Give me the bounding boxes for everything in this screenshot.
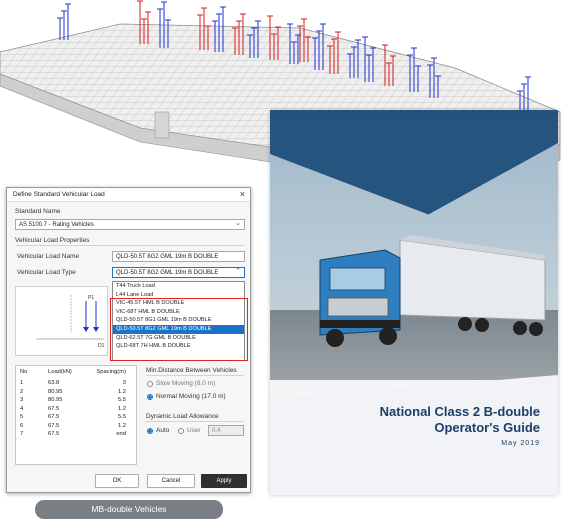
table-cell: 80.95	[48, 397, 63, 403]
table-cell: 67.5	[48, 414, 60, 420]
table-row[interactable]: 2 80.95 1.2	[16, 389, 136, 398]
define-vehicular-load-dialog: Define Standard Vehicular Load × Standar…	[6, 187, 251, 493]
cover-date: May 2019	[501, 440, 540, 447]
axle-load-table: No Load(kN) Spacing(m) 1 63.8 3 2 80.95 1.2 3 80.9…	[15, 365, 137, 465]
preview-p1-label: P1	[88, 295, 94, 301]
dynamic-load-input[interactable]: 0.4	[208, 425, 244, 436]
table-row[interactable]: 6 67.5 1.2	[16, 423, 136, 432]
close-icon[interactable]: ×	[240, 189, 245, 199]
load-type-label: Vehicular Load Type	[17, 269, 76, 276]
table-row[interactable]: 3 80.95 5.5	[16, 397, 136, 406]
column-header: Spacing(m)	[96, 369, 126, 375]
table-cell: 3	[20, 397, 24, 403]
table-cell: 5	[20, 414, 24, 420]
table-cell: 6	[20, 422, 24, 429]
column-header: No	[20, 369, 28, 375]
apply-button[interactable]: Apply	[201, 474, 247, 488]
cover-title-line1: National Class 2 B-double	[379, 404, 540, 419]
table-cell: 3	[122, 380, 126, 386]
table-cell: 80.95	[48, 388, 63, 395]
table-cell: 67.5	[48, 422, 60, 429]
dropdown-option[interactable]: T44 Truck Load	[113, 282, 244, 291]
divider	[146, 421, 244, 422]
standard-name-label: Standard Name	[15, 208, 61, 215]
table-cell: end	[116, 431, 126, 437]
table-cell: 5.5	[117, 414, 126, 420]
table-header: No Load(kN) Spacing(m)	[16, 369, 136, 378]
divider	[146, 375, 244, 376]
column-header: Load(kN)	[48, 369, 72, 375]
slow-moving-label: Slow Moving (8.0 m)	[156, 380, 216, 387]
composite-figure: National Class 2 B-double Operator's Gui…	[0, 0, 567, 521]
divider	[15, 245, 245, 246]
standard-name-select[interactable]: AS 5100.7 - Rating Vehicles ⌄	[15, 219, 245, 230]
table-cell: 63.8	[48, 380, 60, 386]
truck-illustration	[319, 235, 546, 347]
table-cell: 1.2	[117, 422, 126, 429]
load-name-value: QLD-50.5T 8G2 GML 19m B DOUBLE	[116, 254, 219, 260]
normal-moving-radio[interactable]	[147, 394, 153, 400]
user-radio[interactable]	[178, 428, 184, 434]
auto-label: Auto	[156, 427, 170, 434]
table-cell: 5.5	[117, 397, 126, 403]
ok-button[interactable]: OK	[95, 474, 139, 488]
table-cell: 4	[20, 405, 24, 412]
table-cell: 7	[20, 431, 24, 437]
bridge-pier	[154, 111, 170, 139]
table-row[interactable]: 7 67.5 end	[16, 431, 136, 440]
vehicle-preview: P1 D1	[15, 286, 108, 356]
highlight-box	[110, 298, 248, 361]
cover-title-line2: Operator's Guide	[434, 420, 540, 435]
auto-radio[interactable]	[147, 428, 153, 434]
standard-name-value: AS 5100.7 - Rating Vehicles	[19, 222, 94, 228]
axle-diagram: P1 D1	[36, 295, 105, 349]
properties-section-label: Vehicular Load Properties	[15, 237, 90, 244]
load-name-label: Vehicular Load Name	[17, 253, 80, 260]
slow-moving-radio[interactable]	[147, 381, 153, 387]
table-row[interactable]: 1 63.8 3	[16, 380, 136, 389]
normal-moving-label: Normal Moving (17.0 m)	[156, 393, 226, 400]
table-row[interactable]: 5 67.5 5.5	[16, 414, 136, 423]
cover-title: National Class 2 B-double Operator's Gui…	[320, 404, 540, 436]
dynamic-load-label: Dynamic Load Allowance	[146, 413, 219, 420]
load-type-value: QLD-50.5T 8G2 GML 19m B DOUBLE	[116, 270, 219, 276]
preview-d1-label: D1	[98, 343, 105, 349]
chevron-down-icon: ⌄	[235, 220, 241, 227]
table-cell: 1.2	[117, 388, 126, 395]
table-cell: 67.5	[48, 405, 60, 412]
table-row[interactable]: 4 67.5 1.2	[16, 406, 136, 415]
table-cell: 2	[20, 388, 24, 395]
dialog-titlebar: Define Standard Vehicular Load ×	[7, 188, 250, 202]
caption-pill: MB-double Vehicles	[35, 500, 223, 519]
chevron-up-icon: ⌃	[235, 268, 241, 275]
min-distance-label: Min.Distance Between Vehicles	[146, 367, 237, 374]
table-cell: 1	[20, 380, 24, 386]
table-cell: 1.2	[117, 405, 126, 412]
dynamic-load-value: 0.4	[212, 428, 221, 434]
cancel-button[interactable]: Cancel	[147, 474, 195, 488]
dialog-title: Define Standard Vehicular Load	[13, 191, 105, 198]
load-type-select[interactable]: QLD-50.5T 8G2 GML 19m B DOUBLE ⌃	[112, 267, 245, 278]
user-label: User	[187, 427, 201, 434]
operators-guide-cover: National Class 2 B-double Operator's Gui…	[270, 110, 558, 495]
table-cell: 67.5	[48, 431, 60, 437]
load-name-input[interactable]: QLD-50.5T 8G2 GML 19m B DOUBLE	[112, 251, 245, 262]
options-panel: Min.Distance Between Vehicles Slow Movin…	[142, 365, 247, 465]
